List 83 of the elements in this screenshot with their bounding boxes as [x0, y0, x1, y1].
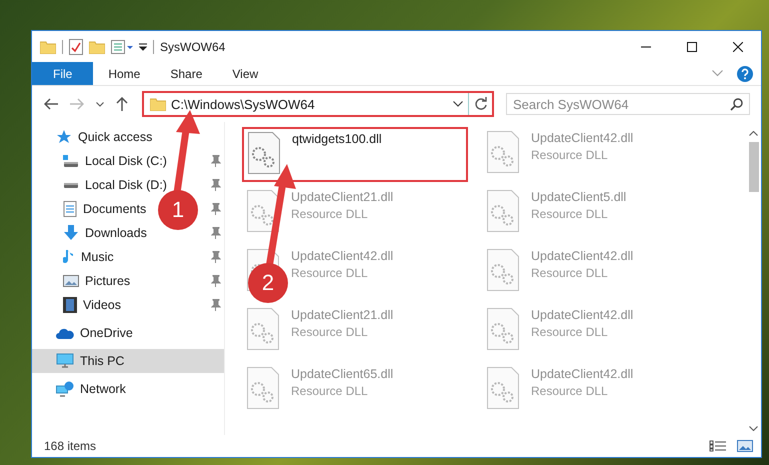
- scroll-up-icon[interactable]: [749, 131, 758, 136]
- file-type: Resource DLL: [531, 148, 609, 162]
- dll-file-icon: [487, 190, 519, 232]
- file-type: Resource DLL: [291, 325, 369, 339]
- folder-icon: [150, 97, 166, 111]
- ribbon-tab[interactable]: Share: [155, 62, 218, 85]
- picture-icon: [63, 274, 79, 288]
- navigation-label: Pictures: [85, 274, 130, 288]
- navigation-item[interactable]: Music: [59, 245, 118, 269]
- navigation-label: This PC: [80, 354, 124, 368]
- navigation-label: Music: [81, 250, 114, 264]
- dll-file-icon: [247, 367, 279, 409]
- item-count: 168 items: [44, 439, 96, 453]
- file-type: Resource DLL: [531, 325, 609, 339]
- navigation-item[interactable]: Network: [32, 377, 224, 401]
- navigation-label: Quick access: [78, 130, 152, 144]
- navigation-item[interactable]: Quick access: [32, 125, 224, 149]
- ribbon-tab[interactable]: File: [32, 62, 94, 85]
- cloud-icon: [56, 327, 74, 339]
- navigation-item[interactable]: Documents: [59, 197, 150, 221]
- file-type: Resource DLL: [291, 207, 369, 221]
- step-badge: 2: [248, 263, 288, 303]
- download-arrow-icon: [63, 225, 79, 241]
- scrollbar-thumb[interactable]: [748, 142, 758, 192]
- star-icon: [56, 129, 72, 145]
- file-type: Resource DLL: [531, 266, 609, 280]
- film-icon: [63, 297, 77, 313]
- navigation-item[interactable]: This PC: [32, 349, 224, 373]
- file-type: Resource DLL: [291, 384, 369, 398]
- new-folder-icon: [89, 40, 105, 54]
- dll-file-icon: [487, 308, 519, 350]
- dll-file-icon: [247, 190, 279, 232]
- maximize-icon: [687, 42, 697, 52]
- up-icon[interactable]: [116, 97, 128, 111]
- navigation-label: Local Disk (C:): [85, 154, 167, 168]
- close-icon: [733, 42, 743, 52]
- dropdown-icon[interactable]: [453, 101, 463, 107]
- navigation-item[interactable]: OneDrive: [32, 321, 224, 345]
- navigation-label: Downloads: [85, 226, 147, 240]
- dll-file-icon: [487, 367, 519, 409]
- dll-file-icon: [248, 132, 280, 174]
- navigation-label: Local Disk (D:): [85, 178, 167, 192]
- document-icon: [63, 201, 77, 217]
- file-name[interactable]: qtwidgets100.dll: [292, 132, 382, 146]
- view-options-icon: [111, 40, 133, 54]
- help-icon[interactable]: [737, 66, 753, 82]
- search-field[interactable]: Search SysWOW64: [506, 93, 750, 115]
- dll-file-icon: [247, 308, 279, 350]
- music-note-icon: [63, 249, 75, 265]
- navigation-label: Videos: [83, 298, 121, 312]
- large-icons-view-icon[interactable]: [737, 440, 753, 452]
- recent-locations-icon[interactable]: [96, 102, 104, 106]
- refresh-icon[interactable]: [474, 97, 488, 111]
- file-type: Resource DLL: [531, 207, 609, 221]
- navigation-item[interactable]: Pictures: [59, 269, 134, 293]
- step-badge: 1: [158, 190, 198, 230]
- ribbon-tab[interactable]: Home: [93, 62, 156, 85]
- navigation-label: Network: [80, 382, 126, 396]
- search-icon[interactable]: [730, 98, 743, 111]
- navigation-label: Documents: [83, 202, 146, 216]
- dll-file-icon: [487, 249, 519, 291]
- navigation-item[interactable]: Videos: [59, 293, 125, 317]
- back-icon[interactable]: [44, 98, 58, 110]
- properties-icon: [69, 38, 83, 54]
- file-type: Resource DLL: [531, 384, 609, 398]
- address-bar[interactable]: C:\Windows\SysWOW64: [142, 91, 494, 117]
- address-path: C:\Windows\SysWOW64: [171, 96, 316, 112]
- navigation-item[interactable]: Local Disk (C:): [59, 149, 171, 173]
- ribbon-tab[interactable]: View: [217, 62, 274, 85]
- computer-icon: [56, 353, 74, 369]
- folder-icon: [40, 40, 56, 54]
- navigation-item[interactable]: Downloads: [59, 221, 151, 245]
- network-icon: [56, 381, 74, 397]
- scroll-down-icon[interactable]: [749, 426, 758, 431]
- file-type: Resource DLL: [291, 266, 369, 280]
- drive-icon: [63, 154, 79, 168]
- navigation-label: OneDrive: [80, 326, 133, 340]
- drive-icon: [64, 182, 78, 188]
- window-title: SysWOW64: [160, 40, 226, 54]
- details-view-icon[interactable]: [709, 440, 727, 452]
- dll-file-icon: [487, 131, 519, 173]
- dropdown-icon[interactable]: [139, 42, 147, 50]
- expand-ribbon-icon[interactable]: [712, 70, 723, 77]
